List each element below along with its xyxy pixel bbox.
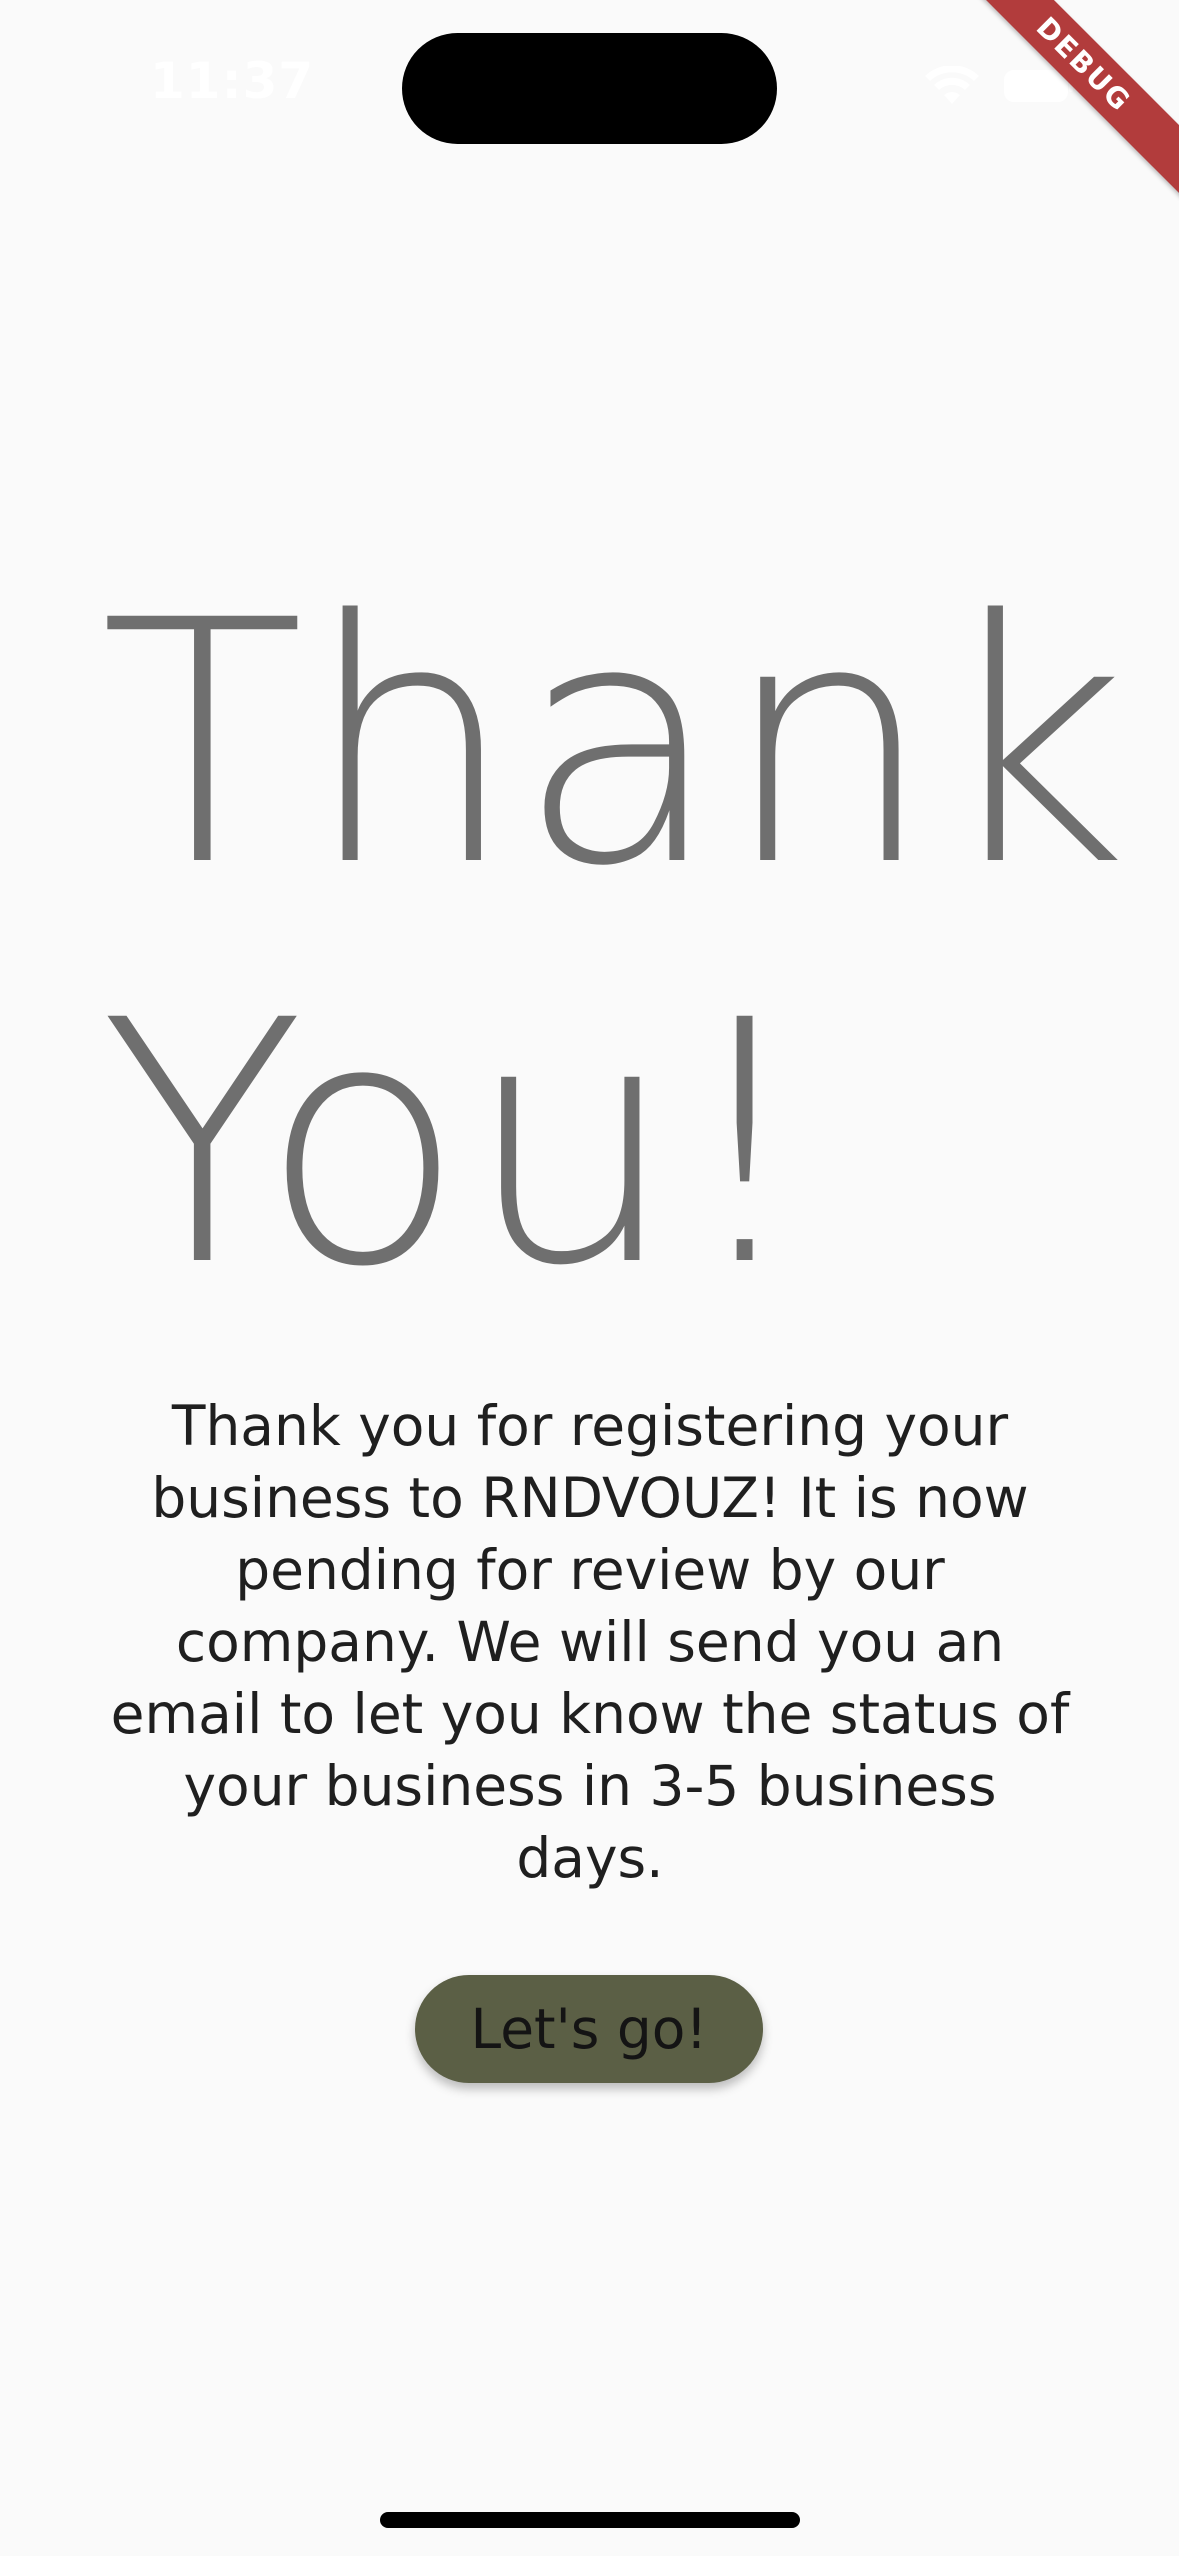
lets-go-button[interactable]: Let's go! [415,1975,763,2083]
thank-you-headline: Thank You! [100,545,1129,1345]
confirmation-message: Thank you for registering your business … [110,1394,1070,1890]
status-bar: 11:37 [0,0,1179,170]
home-indicator[interactable] [380,2512,800,2528]
headline-line-2: You! [100,950,812,1340]
wifi-icon [925,66,979,104]
dynamic-island [402,33,777,144]
status-time: 11:37 [150,52,315,110]
headline-line-1: Thank [100,550,1129,940]
